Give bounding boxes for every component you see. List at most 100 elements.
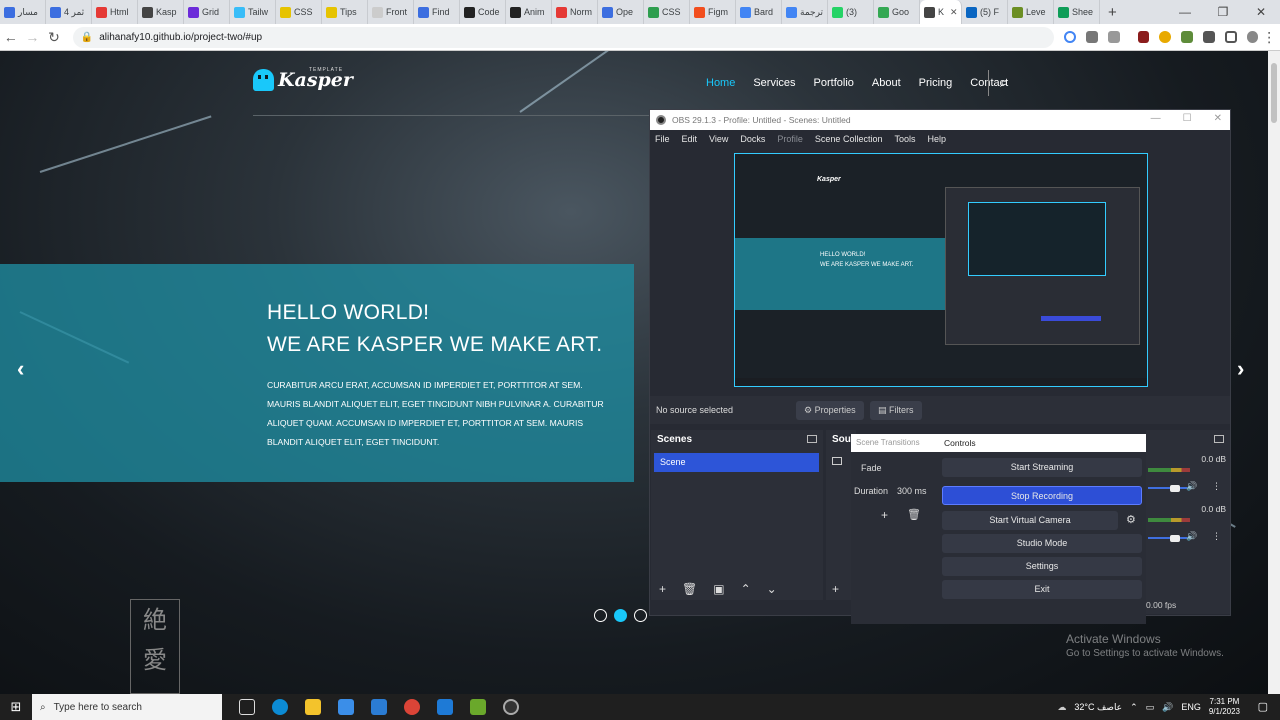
mixer-menu-icon[interactable]: ⋮ [1212,481,1221,492]
nav-link-about[interactable]: About [872,77,901,89]
page-scrollbar[interactable] [1268,51,1280,694]
browser-tab[interactable]: مسار [0,0,46,24]
scrollbar-thumb[interactable] [1271,63,1277,123]
mixer-volume-slider-1[interactable] [1148,487,1190,489]
browser-tab[interactable]: (5) F [962,0,1008,24]
mail-icon[interactable] [371,699,387,715]
nav-link-services[interactable]: Services [753,77,795,89]
browser-tab[interactable]: K ✕ [920,0,962,24]
close-icon[interactable]: ✕ [1242,0,1280,24]
windows-start-icon[interactable]: ⊞ [0,699,32,715]
browser-tab[interactable]: Kasp [138,0,184,24]
obs-menu-help[interactable]: Help [927,134,946,144]
volume-icon[interactable]: 🔊 [1162,702,1173,713]
language-indicator[interactable]: ENG [1181,702,1201,712]
mixer-volume-knob-1[interactable] [1170,485,1180,492]
obs-maximize-icon[interactable]: ☐ [1183,113,1192,124]
extension-icon-red[interactable] [1137,31,1150,43]
vscode-icon[interactable] [437,699,453,715]
filter-icon[interactable]: ▣ [713,582,724,596]
scene-list-item[interactable]: Scene [654,453,819,472]
mixer-menu-icon[interactable]: ⋮ [1212,531,1221,542]
browser-tab[interactable]: Goo [874,0,920,24]
profile-avatar[interactable] [1246,31,1259,43]
notification-icon[interactable]: ▢ [1258,700,1268,713]
speaker-icon[interactable]: 🔊 [1186,531,1197,542]
browser-tab[interactable]: ترجمة [782,0,828,24]
app-green-icon[interactable] [470,699,486,715]
studio-mode-button[interactable]: Studio Mode [942,534,1142,553]
browser-tab[interactable]: Code [460,0,506,24]
new-tab-button[interactable]: + [1108,4,1117,21]
back-icon[interactable]: ← [0,29,22,45]
virtual-camera-gear-icon[interactable]: ⚙ [1126,513,1136,526]
start-streaming-button[interactable]: Start Streaming [942,458,1142,477]
browser-tab[interactable]: Front [368,0,414,24]
mixer-volume-slider-2[interactable] [1148,537,1190,539]
browser-menu-icon[interactable]: ⋮ [1258,29,1280,46]
browser-tab[interactable]: 4 ثمر [46,0,92,24]
minimize-icon[interactable]: — [1166,0,1204,24]
transition-select[interactable]: Fade [861,463,882,473]
site-logo[interactable]: Kasper TEMPLATE [253,67,353,91]
browser-tab[interactable]: Leve [1008,0,1054,24]
settings-button[interactable]: Settings [942,557,1142,576]
obs-menu-file[interactable]: File [655,134,670,144]
mixer-float-icon[interactable] [1214,435,1224,443]
obs-menu-view[interactable]: View [709,134,728,144]
taskbar-search[interactable]: ⌕ Type here to search [32,694,222,720]
store-icon[interactable] [338,699,354,715]
browser-tab[interactable]: Ope [598,0,644,24]
share-icon[interactable] [1086,31,1098,43]
file-explorer-icon[interactable] [305,699,321,715]
trash-icon[interactable]: 🗑 [682,582,697,596]
obs-preview[interactable]: Kasper HELLO WORLD! WE ARE KASPER WE MAK… [734,153,1148,387]
properties-button[interactable]: ⚙ Properties [796,401,864,420]
nav-link-portfolio[interactable]: Portfolio [814,77,854,89]
browser-tab[interactable]: Find [414,0,460,24]
network-icon[interactable]: ▭ [1146,702,1155,713]
task-view-icon[interactable] [239,699,255,715]
add-transition-icon[interactable]: + [881,508,888,522]
browser-tab[interactable]: Figm [690,0,736,24]
obs-menu-edit[interactable]: Edit [682,134,698,144]
slider-dot-3[interactable] [634,609,647,622]
slider-next-icon[interactable]: › [1237,356,1244,382]
reload-icon[interactable]: ↻ [43,29,65,46]
browser-tab[interactable]: (3) [828,0,874,24]
slider-dot-2[interactable] [614,609,627,622]
filters-button[interactable]: ▤ Filters [870,401,922,420]
move-up-icon[interactable]: ⌃ [741,582,751,596]
browser-tab[interactable]: Tailw [230,0,276,24]
browser-tab[interactable]: Shee [1054,0,1100,24]
add-source-icon[interactable]: + [832,582,839,596]
dock-float-icon[interactable] [807,435,817,443]
obs-menu-tools[interactable]: Tools [894,134,915,144]
browser-tab[interactable]: Anim [506,0,552,24]
remove-transition-icon[interactable]: 🗑 [907,508,921,521]
extension-icon-green[interactable] [1181,31,1194,43]
start-virtual-camera-button[interactable]: Start Virtual Camera [942,511,1118,530]
tray-expand-icon[interactable]: ⌃ [1130,702,1138,713]
tab-close-icon[interactable]: ✕ [950,7,958,18]
obs-menu-profile[interactable]: Profile [777,134,803,144]
clock[interactable]: 7:31 PM 9/1/2023 [1209,697,1240,717]
edge-icon[interactable] [272,699,288,715]
browser-tab[interactable]: Grid [184,0,230,24]
google-icon[interactable] [1064,31,1077,43]
add-icon[interactable]: + [659,582,666,596]
browser-tab[interactable]: CSS [644,0,690,24]
mixer-volume-knob-2[interactable] [1170,535,1180,542]
browser-tab[interactable]: CSS [276,0,322,24]
forward-icon[interactable]: → [22,29,44,45]
obs-taskbar-icon[interactable] [503,699,519,715]
bookmark-star-icon[interactable] [1107,31,1120,43]
exit-button[interactable]: Exit [942,580,1142,599]
duration-input[interactable]: 300 ms [897,486,927,496]
nav-link-pricing[interactable]: Pricing [919,77,953,89]
sidepanel-icon[interactable] [1224,31,1237,43]
chrome-icon[interactable] [404,699,420,715]
slider-dot-1[interactable] [594,609,607,622]
obs-menu-scene-collection[interactable]: Scene Collection [815,134,883,144]
browser-tab[interactable]: Html [92,0,138,24]
